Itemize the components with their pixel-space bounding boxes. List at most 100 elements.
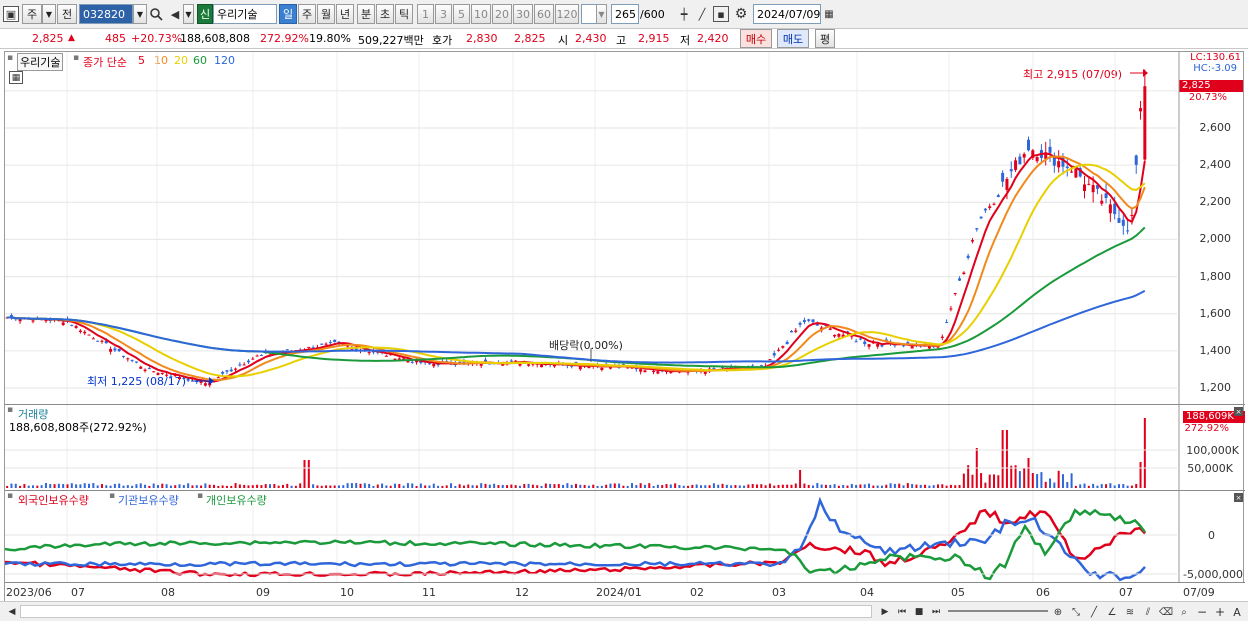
code-input[interactable]: 032820 <box>79 4 133 24</box>
scroll-right-icon[interactable]: ▶ <box>877 604 893 620</box>
new-badge: 신 <box>197 4 213 24</box>
speaker-dropdown-icon[interactable]: ▼ <box>183 4 194 24</box>
interval-30[interactable]: 30 <box>513 4 533 24</box>
candle-body <box>902 345 906 347</box>
x-tick: 02 <box>690 586 704 599</box>
candle-body <box>83 331 87 334</box>
x-tick: 03 <box>772 586 786 599</box>
zoom-in-icon[interactable]: + <box>1212 604 1228 620</box>
x-tick: 04 <box>860 586 874 599</box>
candle-body <box>225 370 229 372</box>
candle-body <box>600 367 604 371</box>
rewind-icon[interactable]: ⏮ <box>894 604 910 620</box>
legend-foreign[interactable]: 외국인보유수량 <box>18 492 89 508</box>
code-dropdown-icon[interactable]: ▼ <box>133 4 147 24</box>
candle-body <box>18 319 22 322</box>
candle-type-icon[interactable]: ┿ <box>676 6 692 22</box>
interval-5[interactable]: 5 <box>453 4 470 24</box>
candle-body <box>139 366 143 369</box>
open-price: 2,430 <box>575 32 607 45</box>
candle-body <box>130 359 134 361</box>
candle-body <box>100 340 104 342</box>
interval-3[interactable]: 3 <box>435 4 452 24</box>
prev-button[interactable]: 전 <box>57 4 77 24</box>
period-tick[interactable]: 틱 <box>395 4 413 24</box>
candle-body <box>255 355 259 357</box>
candle-body <box>876 343 880 347</box>
text-tool-icon[interactable]: A <box>1229 604 1245 620</box>
ma-line-20 <box>7 163 1146 378</box>
candle-body <box>117 348 121 352</box>
interval-20[interactable]: 20 <box>492 4 512 24</box>
period-year[interactable]: 년 <box>336 4 354 24</box>
angle-tool-icon[interactable]: ∠ <box>1104 604 1120 620</box>
period-day[interactable]: 일 <box>279 4 297 24</box>
candle-body <box>96 340 100 342</box>
candle-body <box>1070 171 1074 173</box>
interval-1[interactable]: 1 <box>417 4 434 24</box>
scroll-track[interactable] <box>20 605 872 618</box>
candle-body <box>1117 218 1121 223</box>
candle-body <box>320 343 324 345</box>
candle-body <box>203 383 207 386</box>
interval-10[interactable]: 10 <box>471 4 491 24</box>
save-icon[interactable]: ▪ <box>713 6 729 22</box>
candle-body <box>652 370 656 373</box>
scroll-left-icon[interactable]: ◀ <box>4 604 20 620</box>
sell-button[interactable]: 매도 <box>777 29 809 48</box>
x-axis: 2023/06 07 08 09 10 11 12 2024/01 02 03 … <box>5 582 1245 601</box>
count-input[interactable]: 265 <box>611 4 639 24</box>
fib-tool-icon[interactable]: ≋ <box>1122 604 1138 620</box>
period-week[interactable]: 주 <box>298 4 316 24</box>
period-month[interactable]: 월 <box>317 4 335 24</box>
stop-icon[interactable]: ■ <box>911 604 927 620</box>
zoom-slider[interactable] <box>948 610 1048 612</box>
market-select[interactable]: 주 <box>22 4 42 24</box>
window-icon[interactable]: ▣ <box>3 6 19 22</box>
open-label: 시 <box>558 34 569 47</box>
gear-icon[interactable]: ⚙ <box>733 6 749 22</box>
chart-area[interactable]: ▪ 우리기술 ▪ 종가 단순 5 10 20 60 120 ▦ LC:130.6… <box>4 51 1245 601</box>
date-input[interactable]: 2024/07/09 <box>753 4 821 24</box>
interval-60[interactable]: 60 <box>534 4 554 24</box>
volume-panel: ▪ 거래량 188,608,808주(272.92%) 188,609K 272… <box>5 404 1245 490</box>
calendar-icon[interactable]: ▦ <box>821 6 837 22</box>
candle-body <box>837 333 841 337</box>
ma-line-120 <box>7 289 1146 364</box>
candle-body <box>669 372 673 374</box>
candle-body <box>1113 203 1117 215</box>
candle-body <box>61 322 65 325</box>
candle-body <box>850 336 854 338</box>
speaker-icon[interactable]: ◀ <box>167 6 183 22</box>
close-icon[interactable]: × <box>1234 407 1243 416</box>
line-tool-icon[interactable]: ╱ <box>694 6 710 22</box>
toolbar: ▣ 주 ▼ 전 032820 ▼ ◀ ▼ 신 우리기술 일 주 월 년 분 초 … <box>0 0 1248 29</box>
interval-dropdown-icon[interactable]: ▼ <box>596 4 607 24</box>
chevron-down-icon[interactable]: ▼ <box>42 4 56 24</box>
forward-icon[interactable]: ⏭ <box>928 604 944 620</box>
channel-tool-icon[interactable]: ⫽ <box>1140 604 1156 620</box>
erase-tool-icon[interactable]: ⌫ <box>1158 604 1174 620</box>
legend-individual[interactable]: 개인보유수량 <box>206 492 267 508</box>
candle-body <box>1126 230 1130 232</box>
period-second[interactable]: 초 <box>376 4 394 24</box>
legend-institution[interactable]: 기관보유수량 <box>118 492 179 508</box>
cross-tool-icon[interactable]: ⊕ <box>1050 604 1066 620</box>
x-tick: 06 <box>1036 586 1050 599</box>
candle-body <box>169 376 173 378</box>
candle-body <box>70 324 74 326</box>
zoom-out-icon[interactable]: − <box>1194 604 1210 620</box>
trend-tool-icon[interactable]: ⤡ <box>1068 604 1084 620</box>
stock-name-field[interactable]: 우리기술 <box>213 4 277 24</box>
line-draw-icon[interactable]: ╱ <box>1086 604 1102 620</box>
buy-button[interactable]: 매수 <box>740 29 772 48</box>
candle-body <box>134 361 138 363</box>
interval-120[interactable]: 120 <box>555 4 579 24</box>
search-icon[interactable] <box>148 6 164 22</box>
eval-button[interactable]: 평 <box>815 29 835 48</box>
period-minute[interactable]: 분 <box>357 4 375 24</box>
candle-body <box>152 371 156 373</box>
close-icon[interactable]: × <box>1234 493 1243 502</box>
scroll-bar[interactable]: ◀ ▶ ⏮ ■ ⏭ ⊕ ⤡ ╱ ∠ ≋ ⫽ ⌫ ⌕ − + A <box>0 601 1248 621</box>
magnify-icon[interactable]: ⌕ <box>1176 604 1192 620</box>
